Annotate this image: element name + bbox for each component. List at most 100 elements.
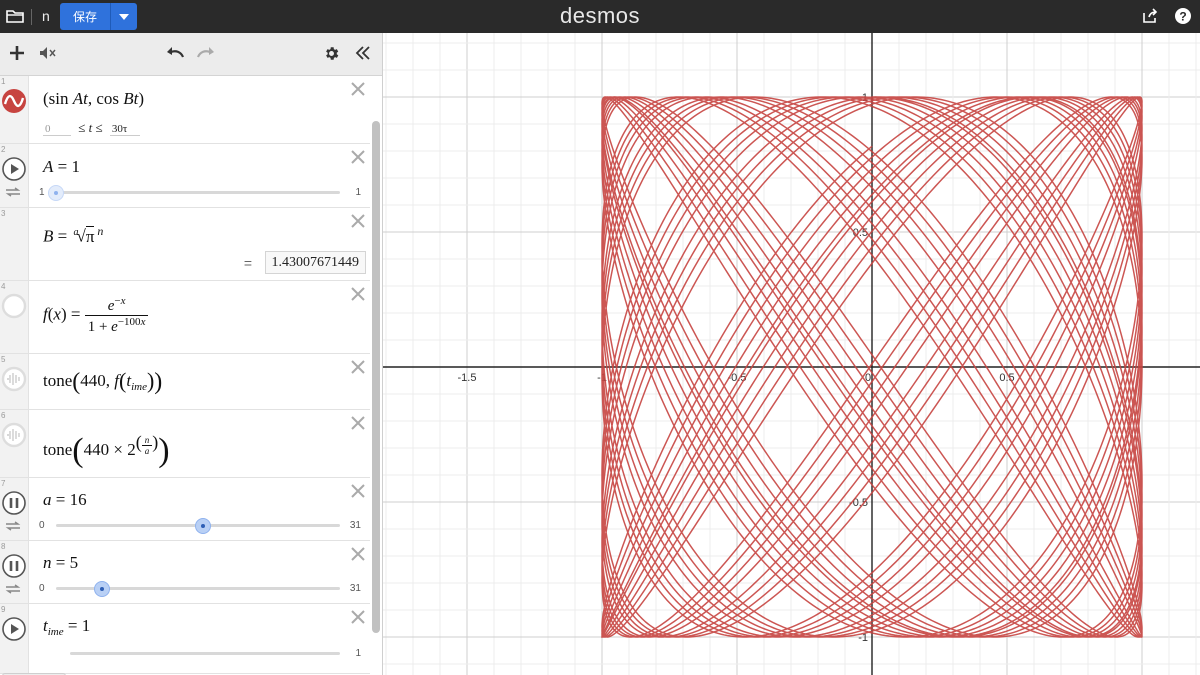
audio-trace-icon[interactable] xyxy=(39,45,57,66)
expression-number: 1 xyxy=(1,77,6,86)
slider-expression[interactable]: A = 1 xyxy=(43,157,80,177)
delete-expression-icon[interactable] xyxy=(351,484,365,503)
slider-min[interactable]: 0 xyxy=(39,583,45,594)
evaluation-value: 1.43007671449 xyxy=(264,251,366,274)
expression-number: 6 xyxy=(1,411,6,420)
x-tick-label: -1.5 xyxy=(458,372,477,384)
expression-toolbar xyxy=(0,33,382,76)
graph-paper[interactable]: -1.5 -1 -0.5 0 0.5 1 0.5 -0.5 -1 xyxy=(383,33,1200,675)
expression-panel: 1 (sin At, cos Bt) 0 ≤ t ≤ 30τ 2 A = 1 1… xyxy=(0,33,383,675)
expression-gutter: 8 xyxy=(0,541,29,603)
pause-icon[interactable] xyxy=(1,553,27,584)
tone-expression[interactable]: tone(440 × 2(n a)) xyxy=(43,432,170,470)
expression-number: 5 xyxy=(1,355,6,364)
slider-max[interactable]: 31 xyxy=(350,583,361,594)
slider-value: 5 xyxy=(69,553,79,572)
expression-number: 8 xyxy=(1,542,6,551)
slider-expression[interactable]: time = 1 xyxy=(43,616,90,638)
expression-gutter: 2 xyxy=(0,144,29,207)
share-icon[interactable] xyxy=(1142,8,1158,29)
help-icon[interactable]: ? xyxy=(1174,7,1192,30)
tone-expression[interactable]: tone(440, f(time)) xyxy=(43,368,162,396)
delete-expression-icon[interactable] xyxy=(351,214,365,233)
desmos-logo: desmos xyxy=(559,3,641,28)
graph-title[interactable]: n xyxy=(42,8,50,24)
t-max-input[interactable]: 30τ xyxy=(109,123,140,136)
delete-expression-icon[interactable] xyxy=(351,547,365,566)
delete-expression-icon[interactable] xyxy=(351,287,365,306)
delete-expression-icon[interactable] xyxy=(351,360,365,379)
slider-max[interactable]: 31 xyxy=(350,520,361,531)
slider-track[interactable] xyxy=(70,652,340,655)
expression-row-tone-2[interactable]: 6 tone(440 × 2(n a)) xyxy=(0,410,370,478)
expression-row-tone-1[interactable]: 5 tone(440, f(time)) xyxy=(0,354,370,410)
delete-expression-icon[interactable] xyxy=(351,610,365,629)
t-min-input[interactable]: 0 xyxy=(43,123,71,136)
folder-icon[interactable] xyxy=(6,8,24,29)
curve-color-icon[interactable] xyxy=(1,88,27,119)
panel-scrollbar[interactable] xyxy=(372,121,380,633)
expression-row-function[interactable]: 4 f(x) = e−x 1 + e−100x xyxy=(0,281,370,354)
function-expression[interactable]: f(x) = e−x 1 + e−100x xyxy=(43,295,149,336)
equals-sign: = xyxy=(243,255,252,271)
expression-row-slider-n[interactable]: 8 n = 5 0 31 xyxy=(0,541,370,604)
slider-track[interactable] xyxy=(56,518,340,534)
expression-gutter: 4 xyxy=(0,281,29,353)
delete-expression-icon[interactable] xyxy=(351,150,365,169)
slider-handle[interactable] xyxy=(194,518,211,534)
play-icon[interactable] xyxy=(1,616,27,647)
expression-number: 3 xyxy=(1,209,6,218)
expression-gutter: 1 xyxy=(0,76,29,143)
svg-text:?: ? xyxy=(1179,10,1186,24)
top-bar: n 保存 desmos ? xyxy=(0,0,1200,33)
save-button-group: 保存 xyxy=(60,3,137,30)
undo-icon[interactable] xyxy=(165,45,185,66)
expression-number: 7 xyxy=(1,479,6,488)
expression-row-slider-t-time[interactable]: 9 time = 1 1 xyxy=(0,604,370,674)
B-expression[interactable]: B = a√π n xyxy=(43,224,103,247)
play-icon[interactable] xyxy=(1,156,27,187)
slider-min[interactable]: 0 xyxy=(39,520,45,531)
settings-gear-icon[interactable] xyxy=(323,45,340,67)
sound-wave-icon[interactable] xyxy=(1,366,27,397)
loop-mode-icon[interactable] xyxy=(5,518,21,536)
slider-expression[interactable]: a = 16 xyxy=(43,490,87,510)
expression-gutter: 3 xyxy=(0,208,29,280)
save-button[interactable]: 保存 xyxy=(60,8,110,25)
slider-value: 1 xyxy=(81,616,91,635)
expression-gutter: 7 xyxy=(0,478,29,540)
slider-max[interactable]: 1 xyxy=(355,648,361,659)
add-expression-icon[interactable] xyxy=(9,45,25,66)
slider-value: 1 xyxy=(71,157,80,176)
expression-gutter: 6 xyxy=(0,410,29,477)
pause-icon[interactable] xyxy=(1,490,27,521)
expression-row-slider-A[interactable]: 2 A = 1 1 1 xyxy=(0,144,370,208)
loop-mode-icon[interactable] xyxy=(5,581,21,599)
expression-row-B[interactable]: 3 B = a√π n = 1.43007671449 xyxy=(0,208,370,281)
collapse-panel-icon[interactable] xyxy=(355,45,371,66)
slider-handle[interactable] xyxy=(48,185,64,201)
slider-expression[interactable]: n = 5 xyxy=(43,553,78,573)
slider-max[interactable]: 1 xyxy=(355,187,361,198)
expression-number: 2 xyxy=(1,145,6,154)
save-dropdown-button[interactable] xyxy=(111,13,137,20)
expression-gutter: 5 xyxy=(0,354,29,409)
delete-expression-icon[interactable] xyxy=(351,416,365,435)
slider-track[interactable] xyxy=(56,581,340,597)
slider-track[interactable] xyxy=(48,185,340,201)
caret-down-icon xyxy=(119,13,129,20)
slider-handle[interactable] xyxy=(93,581,110,597)
loop-mode-icon[interactable] xyxy=(5,184,21,202)
delete-expression-icon[interactable] xyxy=(351,82,365,101)
parametric-expression[interactable]: (sin At, cos Bt) xyxy=(43,89,144,109)
slider-min[interactable]: 1 xyxy=(39,187,45,198)
topbar-divider xyxy=(31,9,32,25)
hidden-graph-icon[interactable] xyxy=(1,293,27,324)
expression-gutter: 9 xyxy=(0,604,29,673)
redo-icon[interactable] xyxy=(196,45,216,66)
expression-row-slider-a[interactable]: 7 a = 16 0 31 xyxy=(0,478,370,541)
sound-wave-icon[interactable] xyxy=(1,422,27,453)
expression-number: 4 xyxy=(1,282,6,291)
graph-canvas[interactable]: -1.5 -1 -0.5 0 0.510.5-0.5-1 xyxy=(383,33,1200,675)
expression-row-parametric[interactable]: 1 (sin At, cos Bt) 0 ≤ t ≤ 30τ xyxy=(0,76,370,144)
